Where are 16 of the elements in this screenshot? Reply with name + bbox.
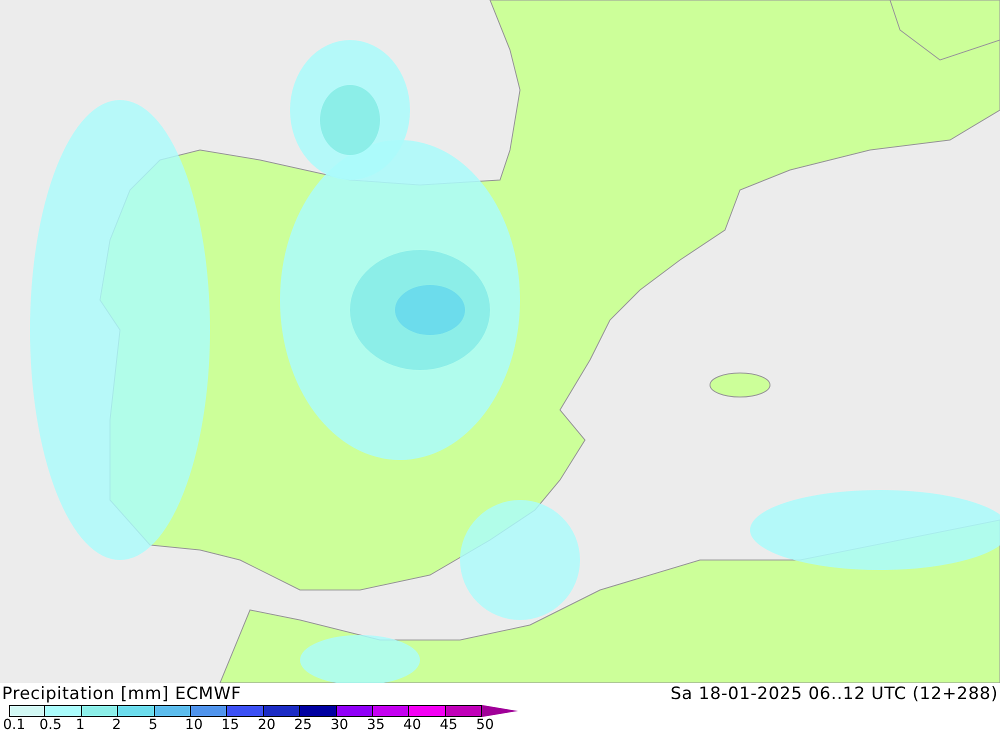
tick-label: 35 [366, 717, 386, 733]
tick-label: 1 [76, 717, 86, 733]
valid-time: Sa 18-01-2025 06..12 UTC (12+288) [670, 683, 998, 706]
tick-label: 0.1 [3, 717, 26, 733]
tick-label: 30 [330, 717, 350, 733]
tick-label: 2 [112, 717, 122, 733]
tick-label: 0.5 [39, 717, 63, 733]
tick-label: 50 [476, 717, 495, 733]
tick-label: 45 [440, 717, 459, 733]
tick-label: 40 [403, 717, 422, 733]
tick-label: 20 [258, 717, 277, 733]
tick-label: 25 [294, 717, 313, 733]
map-title: Precipitation [mm] ECMWF [2, 683, 242, 705]
tick-label: 5 [148, 717, 158, 733]
tick-label: 10 [184, 717, 204, 733]
tick-label: 15 [221, 717, 240, 733]
